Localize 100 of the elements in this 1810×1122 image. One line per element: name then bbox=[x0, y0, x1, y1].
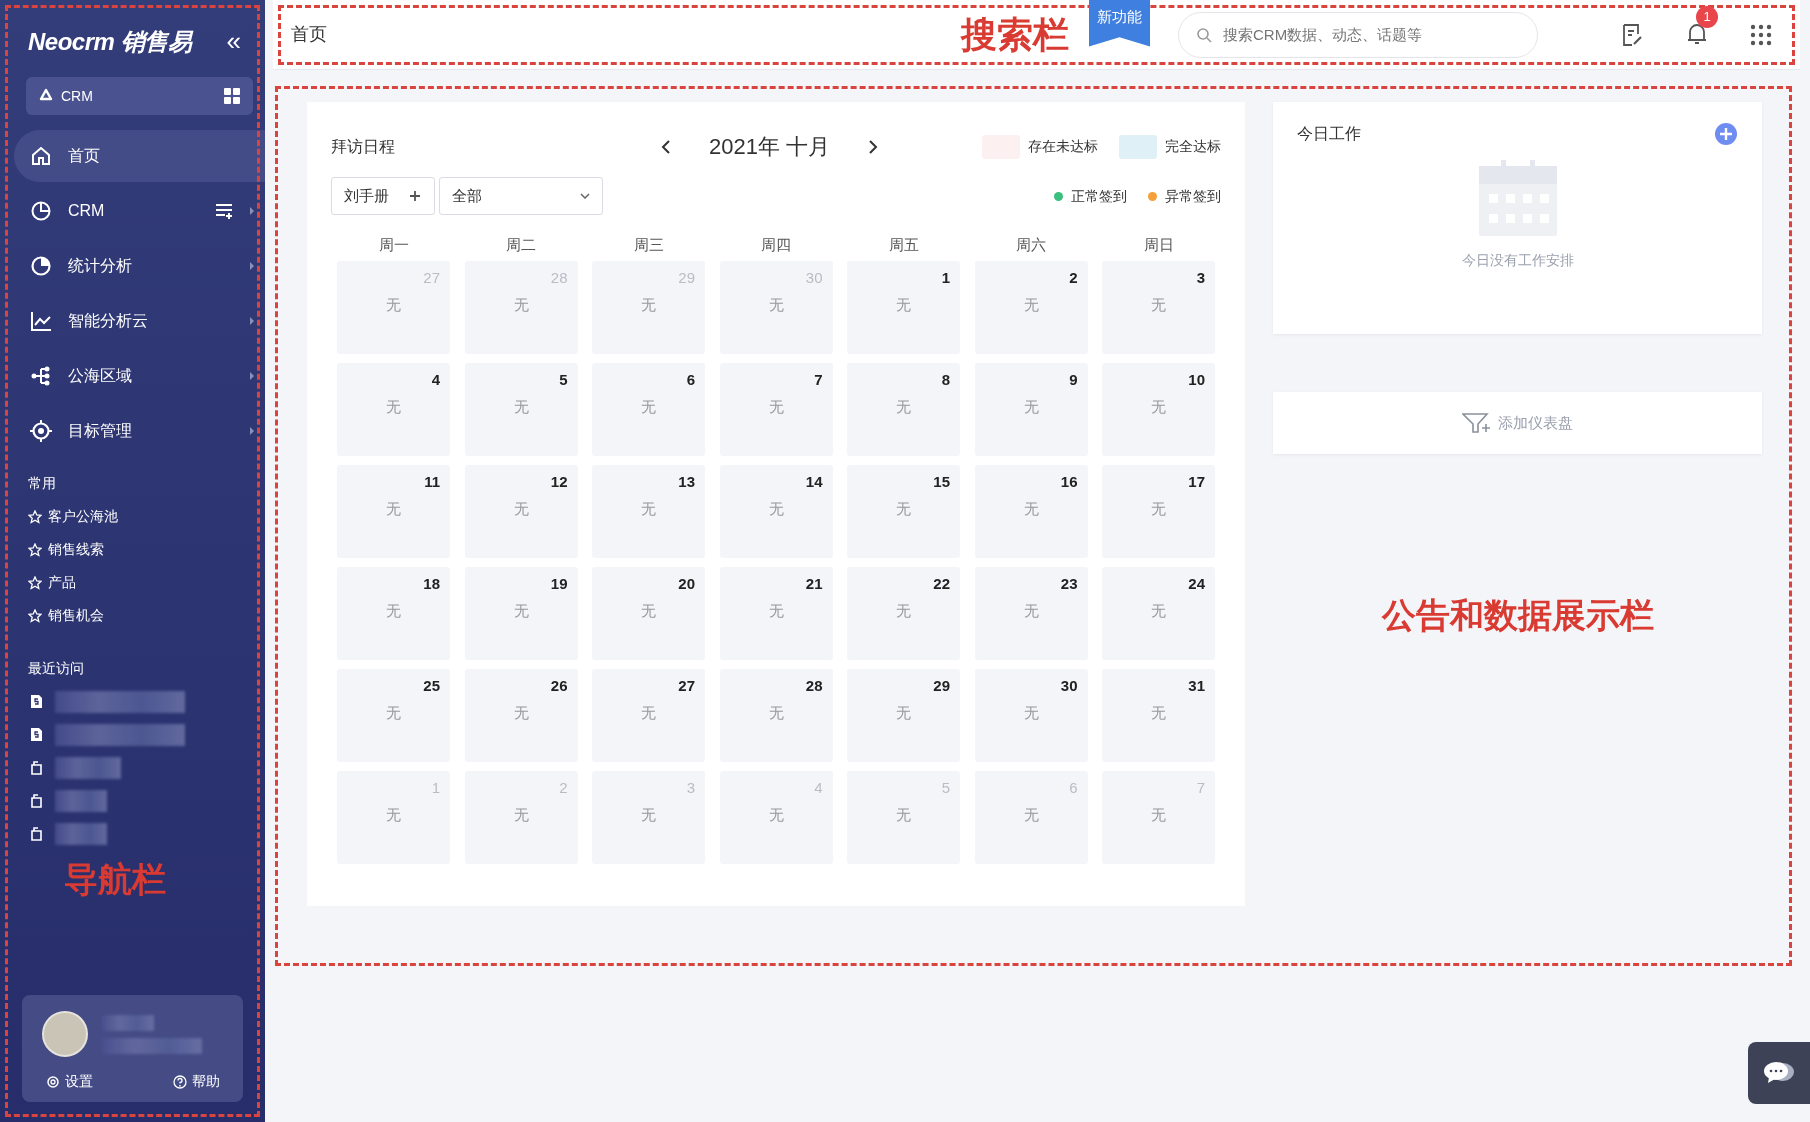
day-cell[interactable]: 6 无 bbox=[592, 363, 705, 456]
chevron-right-icon bbox=[249, 206, 255, 216]
day-cell[interactable]: 21 无 bbox=[719, 567, 833, 660]
month-label: 2021年 十月 bbox=[709, 133, 831, 161]
day-cell[interactable]: 11 无 bbox=[337, 465, 450, 558]
plus-circle-icon bbox=[1714, 122, 1738, 146]
collapse-button[interactable]: « bbox=[226, 22, 241, 61]
add-button[interactable] bbox=[1714, 122, 1738, 146]
day-cell[interactable]: 2 无 bbox=[974, 261, 1088, 354]
empty-message: 今日没有工作安排 bbox=[1461, 251, 1574, 270]
nav-item[interactable]: 目标管理 bbox=[14, 405, 265, 457]
nav-item[interactable]: CRM bbox=[14, 185, 265, 237]
bag-icon bbox=[30, 760, 43, 775]
day-cell[interactable]: 1 无 bbox=[847, 261, 960, 354]
search-icon bbox=[1196, 26, 1212, 43]
weekday-label: 周四 bbox=[760, 235, 792, 255]
nav-item[interactable]: 首页 bbox=[14, 130, 265, 182]
star-icon bbox=[28, 608, 42, 623]
help-button[interactable]: 帮助 bbox=[172, 1071, 220, 1092]
day-cell[interactable]: 30 无 bbox=[974, 669, 1088, 762]
hierarchy-icon bbox=[30, 365, 52, 387]
nav-item[interactable]: 公海区域 bbox=[14, 350, 265, 402]
annotation-label: 导航栏 bbox=[63, 859, 167, 900]
day-cell[interactable]: 23 无 bbox=[974, 567, 1088, 660]
avatar[interactable] bbox=[42, 1011, 88, 1057]
search-field[interactable]: 搜索CRM数据、动态、话题等 bbox=[1178, 11, 1538, 58]
notification-count: 1 bbox=[1696, 5, 1718, 28]
owner-picker[interactable]: 刘手册 bbox=[331, 177, 435, 215]
calendar-icon bbox=[1478, 160, 1557, 236]
filter-select[interactable]: 全部 bbox=[438, 177, 603, 215]
day-cell[interactable]: 8 无 bbox=[847, 363, 960, 456]
day-cell[interactable]: 7 无 bbox=[719, 363, 833, 456]
weekday-label: 周二 bbox=[505, 235, 537, 255]
help-icon bbox=[172, 1074, 187, 1089]
weekday-label: 周六 bbox=[1015, 235, 1047, 255]
app-switcher[interactable]: CRM bbox=[26, 77, 253, 115]
star-icon bbox=[28, 509, 42, 524]
target-icon bbox=[30, 420, 52, 442]
funnel-plus-icon bbox=[1462, 412, 1492, 434]
settings-button[interactable]: 设置 bbox=[45, 1071, 93, 1092]
day-cell[interactable]: 15 无 bbox=[847, 465, 960, 558]
day-cell[interactable]: 16 无 bbox=[974, 465, 1088, 558]
annotation-label: 搜索栏 bbox=[961, 12, 1069, 57]
line-chart-icon bbox=[30, 310, 52, 332]
section-title: 最近访问 bbox=[27, 659, 85, 678]
bag-icon bbox=[30, 793, 43, 808]
day-cell[interactable]: 25 无 bbox=[337, 669, 450, 762]
document-icon bbox=[30, 727, 43, 742]
breadcrumb-link[interactable]: 首页 bbox=[291, 21, 327, 48]
list-add-icon bbox=[215, 203, 233, 219]
notification-button[interactable] bbox=[1686, 21, 1708, 46]
nav-item[interactable]: 智能分析云 bbox=[14, 295, 265, 347]
logo: Neocrm 销售易 bbox=[28, 26, 192, 57]
day-cell[interactable]: 10 无 bbox=[1102, 363, 1215, 456]
day-cell[interactable]: 26 无 bbox=[464, 669, 578, 762]
favorite-link[interactable]: 产品 bbox=[0, 566, 265, 599]
legend-label: 异常签到 bbox=[1165, 186, 1221, 206]
day-cell[interactable]: 19 无 bbox=[464, 567, 578, 660]
day-cell[interactable]: 24 无 bbox=[1102, 567, 1215, 660]
notes-button[interactable] bbox=[1620, 22, 1644, 47]
day-cell[interactable]: 5 无 bbox=[464, 363, 578, 456]
favorite-link[interactable]: 销售机会 bbox=[0, 599, 265, 632]
day-cell[interactable]: 27 无 bbox=[592, 669, 705, 762]
day-cell[interactable]: 14 无 bbox=[719, 465, 833, 558]
chevron-left-icon bbox=[661, 138, 671, 155]
favorite-link[interactable]: 客户公海池 bbox=[0, 500, 265, 533]
pie-chart-icon bbox=[30, 200, 52, 222]
caret-icon bbox=[579, 193, 590, 199]
day-cell[interactable]: 3 无 bbox=[1102, 261, 1215, 354]
weekday-label: 周日 bbox=[1142, 235, 1175, 255]
favorite-link[interactable]: 销售线索 bbox=[0, 533, 265, 566]
day-cell[interactable]: 4 无 bbox=[337, 363, 450, 456]
day-cell[interactable]: 17 无 bbox=[1102, 465, 1215, 558]
home-icon bbox=[30, 145, 52, 167]
day-cell[interactable]: 9 无 bbox=[974, 363, 1088, 456]
weekday-label: 周三 bbox=[632, 235, 665, 255]
weekday-label: 周五 bbox=[887, 235, 920, 255]
chevron-right-icon bbox=[249, 371, 255, 381]
weekday-label: 周一 bbox=[377, 235, 410, 255]
annotation-label: 公告和数据展示栏 bbox=[1380, 595, 1655, 636]
chevron-right-icon bbox=[249, 426, 255, 436]
legend-label: 完全达标 bbox=[1165, 137, 1221, 156]
day-cell[interactable]: 12 无 bbox=[464, 465, 578, 558]
day-cell[interactable]: 29 无 bbox=[847, 669, 960, 762]
day-cell[interactable]: 20 无 bbox=[592, 567, 705, 660]
new-feature-badge[interactable]: 新功能 bbox=[1089, 0, 1150, 47]
chat-button[interactable] bbox=[1748, 1042, 1810, 1104]
settings-icon bbox=[45, 1074, 60, 1089]
star-icon bbox=[28, 575, 42, 590]
apps-button[interactable] bbox=[1750, 23, 1772, 46]
day-cell[interactable]: 13 无 bbox=[592, 465, 705, 558]
pie-chart-icon bbox=[30, 255, 52, 277]
section-title: 常用 bbox=[27, 474, 57, 493]
day-cell[interactable]: 18 无 bbox=[337, 567, 450, 660]
nav-item[interactable]: 统计分析 bbox=[14, 240, 265, 292]
chevron-right-icon bbox=[868, 138, 879, 155]
bell-icon bbox=[1686, 21, 1708, 46]
day-cell[interactable]: 31 无 bbox=[1102, 669, 1215, 762]
day-cell[interactable]: 28 无 bbox=[719, 669, 833, 762]
day-cell[interactable]: 22 无 bbox=[847, 567, 960, 660]
